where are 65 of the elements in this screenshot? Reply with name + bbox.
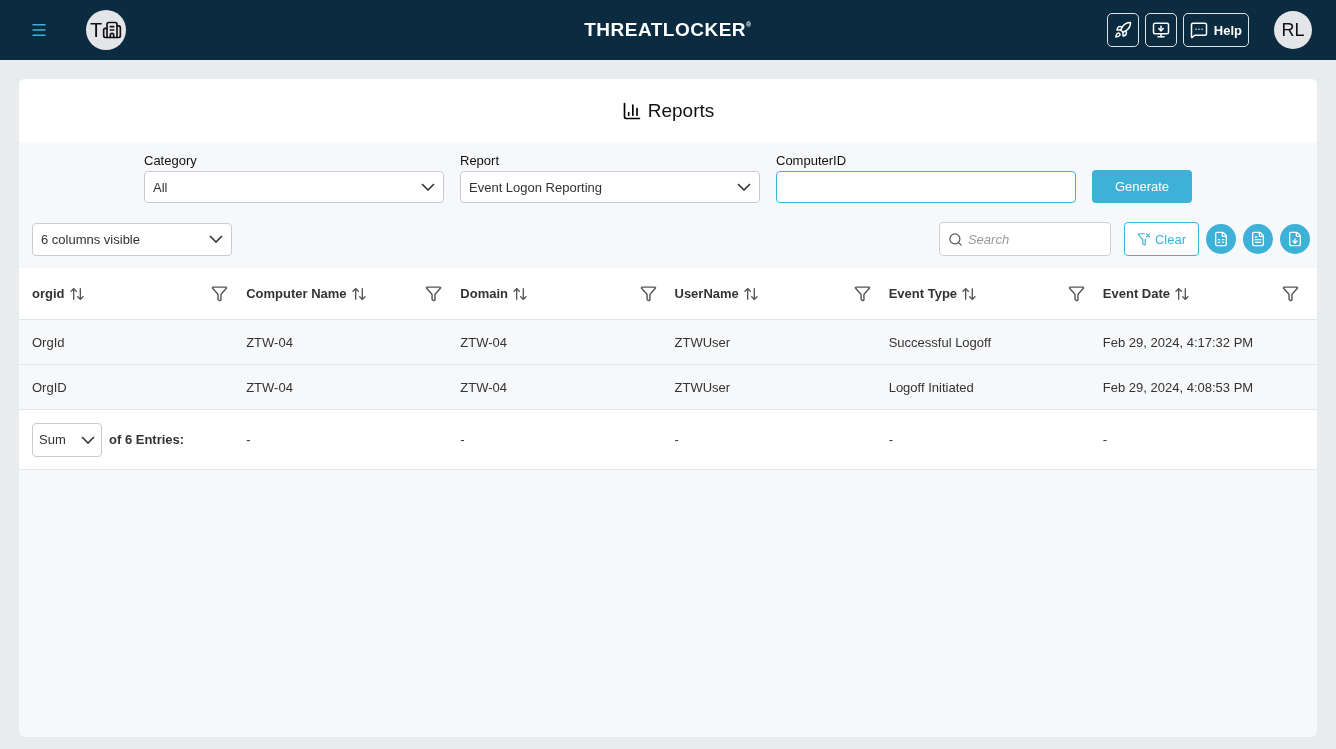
help-button[interactable]: Help xyxy=(1182,13,1249,47)
sort-icon[interactable] xyxy=(961,285,978,302)
columns-select[interactable]: 6 columns visible xyxy=(32,222,232,256)
filter-icon[interactable] xyxy=(211,285,229,302)
menu-icon[interactable] xyxy=(30,21,48,39)
filter-icon[interactable] xyxy=(425,285,443,302)
rocket-icon xyxy=(1113,21,1132,39)
table-cell-text: Feb 29, 2024, 4:17:32 PM xyxy=(1102,334,1255,350)
spreadsheet-file-icon xyxy=(1213,231,1229,247)
column-header[interactable]: Event Date xyxy=(1102,286,1171,301)
table-cell-text: ZTW-04 xyxy=(460,379,509,395)
document-file-icon xyxy=(1250,231,1266,247)
table-cell-text: ZTW-04 xyxy=(460,334,509,350)
sort-icon[interactable] xyxy=(742,285,759,302)
sort-icon[interactable] xyxy=(68,285,85,302)
filter-clear-icon xyxy=(1136,232,1151,246)
sort-icon[interactable] xyxy=(1174,285,1191,302)
input-field[interactable] xyxy=(776,171,1076,203)
entries-label: of 6 Entries: xyxy=(109,432,185,447)
filter-icon[interactable] xyxy=(1067,285,1085,302)
column-header[interactable]: UserName xyxy=(674,286,739,301)
table-cell-text: - xyxy=(1102,432,1109,447)
column-header[interactable]: Event Type xyxy=(888,286,958,301)
sort-icon[interactable] xyxy=(512,285,528,302)
select-field[interactable]: All xyxy=(144,171,444,203)
table-cell-text: Logoff Initiated xyxy=(888,379,975,395)
column-header[interactable]: Computer Name xyxy=(246,286,347,301)
sort-icon[interactable] xyxy=(350,285,367,302)
chevron-down-icon xyxy=(81,435,95,444)
table-cell-text: ZTWUser xyxy=(674,334,732,350)
table-cell-text: OrgId xyxy=(32,334,66,350)
chart-icon xyxy=(621,101,642,121)
aggregate-select[interactable]: Sum xyxy=(32,422,102,457)
table-cell-text: OrgID xyxy=(32,379,68,395)
table-cell-text: ZTWUser xyxy=(674,379,732,395)
chevron-down-icon xyxy=(737,183,751,191)
search-icon xyxy=(947,232,963,247)
table-cell-text: - xyxy=(460,432,466,447)
table-cell-text: Feb 29, 2024, 4:08:53 PM xyxy=(1102,379,1255,395)
monitor-download-icon xyxy=(1151,21,1170,39)
file-download-icon xyxy=(1287,231,1303,247)
filter-icon[interactable] xyxy=(853,285,871,302)
chevron-down-icon xyxy=(209,235,223,243)
field-label: ComputerID xyxy=(776,153,848,168)
field-label: Report xyxy=(460,153,501,168)
download-button[interactable] xyxy=(1144,13,1177,47)
table-cell-text: - xyxy=(674,432,680,447)
select-field[interactable]: Event Logon Reporting xyxy=(460,171,760,203)
table-cell-text: - xyxy=(246,432,252,447)
table-cell-text: ZTW-04 xyxy=(246,379,294,395)
table-cell-text: ZTW-04 xyxy=(246,334,294,350)
field-label: Category xyxy=(144,153,198,168)
column-header[interactable]: Domain xyxy=(460,286,508,301)
chat-icon xyxy=(1189,21,1208,39)
table-cell-text: - xyxy=(888,432,894,447)
filter-icon[interactable] xyxy=(1282,285,1299,302)
filter-icon[interactable] xyxy=(639,285,657,302)
search-field[interactable]: Search xyxy=(938,222,1111,256)
rocket-button[interactable] xyxy=(1106,13,1139,47)
chevron-down-icon xyxy=(421,183,435,191)
user-avatar[interactable]: RL xyxy=(1274,11,1312,49)
organization-avatar[interactable]: T xyxy=(86,10,126,50)
table-cell-text: Successful Logoff xyxy=(888,334,993,350)
page-title: Reports xyxy=(647,100,715,122)
column-header[interactable]: orgid xyxy=(32,286,65,301)
